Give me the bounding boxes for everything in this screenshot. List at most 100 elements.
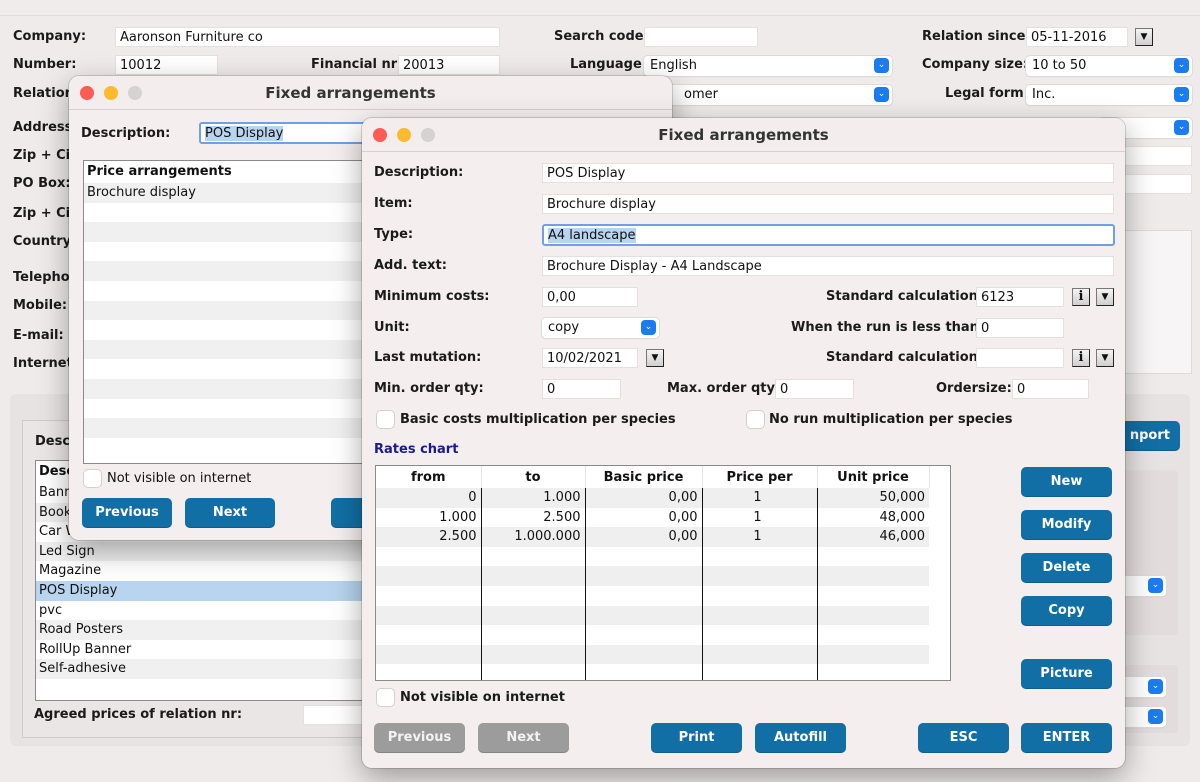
type-input[interactable]: A4 landscape [542, 224, 1115, 246]
rates-cell [817, 566, 929, 586]
desc-list-item[interactable]: Road Posters [36, 620, 379, 640]
company-input[interactable]: Aaronson Furniture co [115, 27, 500, 47]
rates-row[interactable]: 2.500 1.000.000 0,00 1 46,000 [376, 527, 950, 547]
rates-cell [702, 605, 818, 626]
previous-button[interactable]: Previous [374, 723, 465, 753]
rates-column-header[interactable]: Price per [702, 466, 818, 488]
modify-button[interactable]: Modify [1021, 510, 1112, 540]
rates-row [376, 644, 950, 665]
dropdown-arrow-icon: ▼ [1101, 292, 1109, 302]
back-not-visible-checkbox[interactable] [84, 470, 101, 487]
run-less-input[interactable]: 0 [976, 318, 1064, 338]
rates-column-filler [929, 466, 950, 488]
min-order-input[interactable]: 0 [542, 379, 621, 399]
picture-button[interactable]: Picture [1021, 659, 1112, 689]
company-size-select[interactable]: 10 to 50 ⌄ [1026, 56, 1192, 76]
minimum-costs-label: Minimum costs: [374, 289, 490, 304]
last-mutation-dropdown-button[interactable]: ▼ [646, 349, 664, 367]
legal-form-select[interactable]: Inc. ⌄ [1026, 85, 1192, 105]
rates-row[interactable]: 1.000 2.500 0,00 1 48,000 [376, 507, 950, 528]
ordersize-input[interactable]: 0 [1012, 379, 1089, 399]
standard-calc-dropdown-button[interactable]: ▼ [1096, 288, 1114, 306]
add-text-input[interactable]: Brochure Display - A4 Landscape [542, 256, 1114, 276]
front-window-titlebar: Fixed arrangements [362, 118, 1125, 152]
rates-row[interactable]: 0 1.000 0,00 1 50,000 [376, 488, 950, 508]
rates-cell [702, 585, 818, 606]
rates-column-header[interactable]: from [376, 466, 482, 488]
rates-cell [481, 546, 586, 567]
price-arrangement-item[interactable]: Brochure display [84, 183, 372, 203]
standard-calc2-input[interactable] [976, 348, 1064, 368]
po-box-label: PO Box: [13, 176, 71, 191]
desc-list-item[interactable]: Self-adhesive [36, 659, 379, 679]
rates-column-header[interactable]: to [481, 466, 586, 488]
internet-label: Internet [13, 356, 73, 371]
rates-cell [481, 644, 586, 665]
desc-list-item[interactable]: POS Display [36, 580, 379, 601]
rates-table[interactable]: from to Basic price Price per Unit price 0 1.… [375, 465, 951, 681]
relation-since-input[interactable]: 05-11-2016 [1026, 27, 1128, 47]
standard-calc2-info-button[interactable]: i [1072, 349, 1090, 367]
unit-select[interactable]: copy ⌄ [542, 318, 659, 338]
relation-since-label: Relation since: [922, 29, 1031, 44]
max-order-input[interactable]: 0 [775, 379, 854, 399]
type-value: A4 landscape [548, 228, 636, 243]
enter-button[interactable]: ENTER [1021, 723, 1112, 753]
autofill-button[interactable]: Autofill [755, 723, 846, 753]
description-input[interactable]: POS Display [542, 163, 1114, 183]
rates-cell: 0,00 [585, 488, 703, 508]
desc-list-item[interactable]: pvc [36, 601, 379, 621]
rates-column-header[interactable]: Unit price [817, 466, 930, 488]
rates-cell [702, 644, 818, 665]
standard-calc-input[interactable]: 6123 [976, 287, 1064, 307]
standard-calc-info-button[interactable]: i [1072, 288, 1090, 306]
chevron-down-icon: ⌄ [874, 87, 889, 102]
back-next-button[interactable]: Next [185, 498, 275, 528]
empty-row [84, 418, 372, 438]
desc-list-item[interactable]: RollUp Banner [36, 640, 379, 660]
price-arrangements-list[interactable]: Price arrangements Brochure display [83, 160, 373, 464]
desc-list-item[interactable]: Magazine [36, 561, 379, 581]
next-button[interactable]: Next [478, 723, 569, 753]
esc-button[interactable]: ESC [918, 723, 1009, 753]
no-run-checkbox[interactable] [747, 411, 764, 428]
standard-calc2-dropdown-button[interactable]: ▼ [1096, 349, 1114, 367]
search-code-input[interactable] [644, 27, 758, 47]
language-select[interactable]: English ⌄ [644, 56, 892, 76]
empty-row [84, 320, 372, 340]
relation-since-dropdown-button[interactable]: ▼ [1135, 28, 1153, 46]
number-input[interactable]: 10012 [115, 55, 218, 75]
back-previous-button[interactable]: Previous [82, 498, 172, 528]
desc-list-empty-row [36, 679, 379, 699]
print-button[interactable]: Print [651, 723, 742, 753]
chevron-down-icon: ⌄ [1148, 709, 1163, 724]
copy-button[interactable]: Copy [1021, 596, 1112, 626]
new-button[interactable]: New [1021, 467, 1112, 497]
financial-nr-input[interactable]: 20013 [398, 55, 500, 75]
legal-form-value: Inc. [1032, 87, 1056, 102]
add-text-label: Add. text: [374, 258, 447, 273]
right-subpanel [1120, 470, 1178, 635]
rates-row [376, 585, 950, 606]
basic-costs-checkbox[interactable] [377, 411, 394, 428]
dropdown-arrow-icon: ▼ [651, 353, 659, 363]
not-visible-checkbox[interactable] [377, 689, 394, 706]
rates-cell: 50,000 [817, 488, 929, 508]
rates-column-header[interactable]: Basic price [585, 466, 703, 488]
last-mutation-input[interactable]: 10/02/2021 [542, 348, 638, 368]
relation-type-select[interactable]: omer ⌄ [644, 85, 892, 105]
rates-filler-cell [929, 625, 950, 645]
number-label: Number: [13, 57, 77, 72]
rates-cell [376, 566, 482, 586]
chevron-down-icon: ⌄ [1174, 87, 1189, 102]
desc-list-item[interactable]: Led Sign [36, 541, 379, 562]
company-size-label: Company size: [922, 57, 1029, 72]
empty-row [84, 280, 372, 301]
delete-button[interactable]: Delete [1021, 553, 1112, 583]
rates-cell [481, 664, 586, 680]
item-input[interactable]: Brochure display [542, 194, 1114, 214]
unit-value: copy [548, 320, 580, 335]
rates-cell: 0,00 [585, 527, 703, 547]
minimum-costs-input[interactable]: 0,00 [542, 287, 638, 307]
rates-filler-cell [929, 605, 950, 626]
